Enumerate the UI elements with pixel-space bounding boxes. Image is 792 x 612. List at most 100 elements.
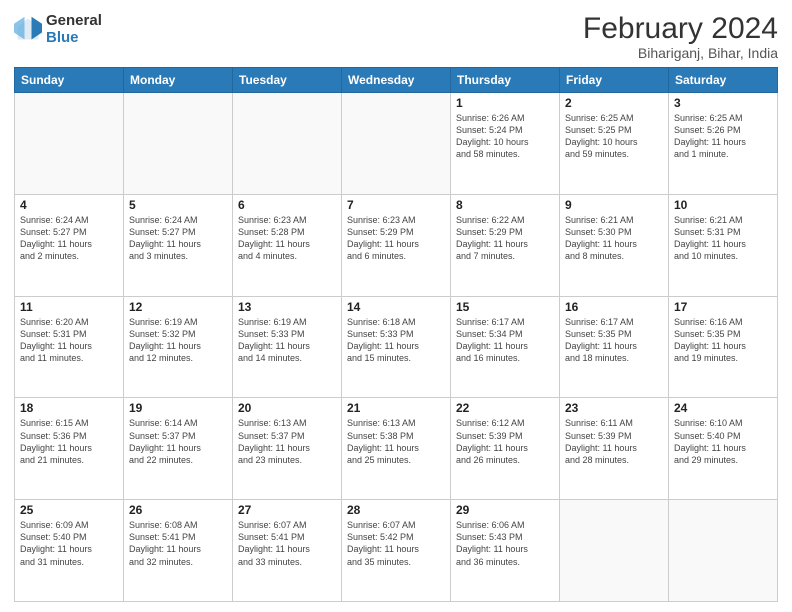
calendar-cell: 13 Sunrise: 6:19 AM Sunset: 5:33 PM Dayli… bbox=[233, 296, 342, 398]
calendar-cell: 2 Sunrise: 6:25 AM Sunset: 5:25 PM Daylig… bbox=[560, 93, 669, 195]
calendar-cell: 24Sunrise: 6:10 AM Sunset: 5:40 PM Dayli… bbox=[669, 398, 778, 500]
calendar-cell: 4Sunrise: 6:24 AM Sunset: 5:27 PM Daylig… bbox=[15, 194, 124, 296]
calendar-cell: 5 Sunrise: 6:24 AM Sunset: 5:27 PM Daylig… bbox=[124, 194, 233, 296]
day-number: 16 bbox=[565, 300, 663, 314]
day-number: 3 bbox=[674, 96, 772, 110]
calendar-subtitle: Bihariganj, Bihar, India bbox=[583, 45, 778, 61]
day-info: Sunrise: 6:25 AM Sunset: 5:25 PM Dayligh… bbox=[565, 112, 663, 161]
day-number: 24 bbox=[674, 401, 772, 415]
day-number: 22 bbox=[456, 401, 554, 415]
calendar-cell bbox=[124, 93, 233, 195]
calendar-cell: 15 Sunrise: 6:17 AM Sunset: 5:34 PM Dayli… bbox=[451, 296, 560, 398]
day-info: Sunrise: 6:19 AM Sunset: 5:32 PM Dayligh… bbox=[129, 316, 227, 365]
calendar-cell: 20 Sunrise: 6:13 AM Sunset: 5:37 PM Dayli… bbox=[233, 398, 342, 500]
calendar-cell: 21 Sunrise: 6:13 AM Sunset: 5:38 PM Dayli… bbox=[342, 398, 451, 500]
day-number: 7 bbox=[347, 198, 445, 212]
calendar-cell: 12 Sunrise: 6:19 AM Sunset: 5:32 PM Dayli… bbox=[124, 296, 233, 398]
calendar-cell bbox=[342, 93, 451, 195]
calendar-cell: 26 Sunrise: 6:08 AM Sunset: 5:41 PM Dayli… bbox=[124, 500, 233, 602]
day-info: Sunrise: 6:08 AM Sunset: 5:41 PM Dayligh… bbox=[129, 519, 227, 568]
day-number: 26 bbox=[129, 503, 227, 517]
calendar-cell bbox=[560, 500, 669, 602]
calendar-body: 1 Sunrise: 6:26 AM Sunset: 5:24 PM Daylig… bbox=[15, 93, 778, 602]
header-day-thursday: Thursday bbox=[451, 68, 560, 93]
day-number: 23 bbox=[565, 401, 663, 415]
day-info: Sunrise: 6:17 AM Sunset: 5:34 PM Dayligh… bbox=[456, 316, 554, 365]
day-info: Sunrise: 6:18 AM Sunset: 5:33 PM Dayligh… bbox=[347, 316, 445, 365]
calendar-cell: 9 Sunrise: 6:21 AM Sunset: 5:30 PM Daylig… bbox=[560, 194, 669, 296]
day-number: 28 bbox=[347, 503, 445, 517]
calendar-cell: 18 Sunrise: 6:15 AM Sunset: 5:36 PM Dayli… bbox=[15, 398, 124, 500]
week-row-3: 18 Sunrise: 6:15 AM Sunset: 5:36 PM Dayli… bbox=[15, 398, 778, 500]
day-number: 20 bbox=[238, 401, 336, 415]
day-info: Sunrise: 6:21 AM Sunset: 5:31 PM Dayligh… bbox=[674, 214, 772, 263]
day-number: 5 bbox=[129, 198, 227, 212]
logo-icon bbox=[14, 15, 42, 43]
calendar-cell bbox=[669, 500, 778, 602]
day-info: Sunrise: 6:13 AM Sunset: 5:37 PM Dayligh… bbox=[238, 417, 336, 466]
day-info: Sunrise: 6:21 AM Sunset: 5:30 PM Dayligh… bbox=[565, 214, 663, 263]
calendar-cell: 22Sunrise: 6:12 AM Sunset: 5:39 PM Dayli… bbox=[451, 398, 560, 500]
calendar-cell: 28 Sunrise: 6:07 AM Sunset: 5:42 PM Dayli… bbox=[342, 500, 451, 602]
day-number: 9 bbox=[565, 198, 663, 212]
day-number: 29 bbox=[456, 503, 554, 517]
day-info: Sunrise: 6:09 AM Sunset: 5:40 PM Dayligh… bbox=[20, 519, 118, 568]
calendar-cell: 8 Sunrise: 6:22 AM Sunset: 5:29 PM Daylig… bbox=[451, 194, 560, 296]
day-number: 12 bbox=[129, 300, 227, 314]
day-info: Sunrise: 6:20 AM Sunset: 5:31 PM Dayligh… bbox=[20, 316, 118, 365]
calendar-cell bbox=[15, 93, 124, 195]
week-row-1: 4Sunrise: 6:24 AM Sunset: 5:27 PM Daylig… bbox=[15, 194, 778, 296]
header-row: SundayMondayTuesdayWednesdayThursdayFrid… bbox=[15, 68, 778, 93]
calendar-cell: 14 Sunrise: 6:18 AM Sunset: 5:33 PM Dayli… bbox=[342, 296, 451, 398]
title-block: February 2024 Bihariganj, Bihar, India bbox=[583, 12, 778, 61]
calendar-cell: 10 Sunrise: 6:21 AM Sunset: 5:31 PM Dayli… bbox=[669, 194, 778, 296]
day-number: 2 bbox=[565, 96, 663, 110]
day-number: 15 bbox=[456, 300, 554, 314]
day-info: Sunrise: 6:25 AM Sunset: 5:26 PM Dayligh… bbox=[674, 112, 772, 161]
day-info: Sunrise: 6:13 AM Sunset: 5:38 PM Dayligh… bbox=[347, 417, 445, 466]
day-number: 14 bbox=[347, 300, 445, 314]
calendar-header: SundayMondayTuesdayWednesdayThursdayFrid… bbox=[15, 68, 778, 93]
day-info: Sunrise: 6:26 AM Sunset: 5:24 PM Dayligh… bbox=[456, 112, 554, 161]
day-number: 13 bbox=[238, 300, 336, 314]
day-info: Sunrise: 6:06 AM Sunset: 5:43 PM Dayligh… bbox=[456, 519, 554, 568]
day-number: 6 bbox=[238, 198, 336, 212]
calendar-cell: 25 Sunrise: 6:09 AM Sunset: 5:40 PM Dayli… bbox=[15, 500, 124, 602]
header: General Blue February 2024 Bihariganj, B… bbox=[14, 12, 778, 61]
calendar-cell: 3 Sunrise: 6:25 AM Sunset: 5:26 PM Daylig… bbox=[669, 93, 778, 195]
calendar-cell: 7Sunrise: 6:23 AM Sunset: 5:29 PM Daylig… bbox=[342, 194, 451, 296]
day-number: 10 bbox=[674, 198, 772, 212]
day-number: 1 bbox=[456, 96, 554, 110]
day-info: Sunrise: 6:11 AM Sunset: 5:39 PM Dayligh… bbox=[565, 417, 663, 466]
calendar-table: SundayMondayTuesdayWednesdayThursdayFrid… bbox=[14, 67, 778, 602]
header-day-saturday: Saturday bbox=[669, 68, 778, 93]
calendar-cell: 23 Sunrise: 6:11 AM Sunset: 5:39 PM Dayli… bbox=[560, 398, 669, 500]
day-info: Sunrise: 6:14 AM Sunset: 5:37 PM Dayligh… bbox=[129, 417, 227, 466]
day-info: Sunrise: 6:22 AM Sunset: 5:29 PM Dayligh… bbox=[456, 214, 554, 263]
day-number: 11 bbox=[20, 300, 118, 314]
day-number: 18 bbox=[20, 401, 118, 415]
week-row-2: 11 Sunrise: 6:20 AM Sunset: 5:31 PM Dayli… bbox=[15, 296, 778, 398]
header-day-tuesday: Tuesday bbox=[233, 68, 342, 93]
day-number: 21 bbox=[347, 401, 445, 415]
day-info: Sunrise: 6:07 AM Sunset: 5:42 PM Dayligh… bbox=[347, 519, 445, 568]
day-number: 27 bbox=[238, 503, 336, 517]
day-info: Sunrise: 6:24 AM Sunset: 5:27 PM Dayligh… bbox=[129, 214, 227, 263]
day-number: 25 bbox=[20, 503, 118, 517]
header-day-monday: Monday bbox=[124, 68, 233, 93]
calendar-cell: 11 Sunrise: 6:20 AM Sunset: 5:31 PM Dayli… bbox=[15, 296, 124, 398]
day-info: Sunrise: 6:07 AM Sunset: 5:41 PM Dayligh… bbox=[238, 519, 336, 568]
day-info: Sunrise: 6:23 AM Sunset: 5:28 PM Dayligh… bbox=[238, 214, 336, 263]
calendar-cell: 17Sunrise: 6:16 AM Sunset: 5:35 PM Dayli… bbox=[669, 296, 778, 398]
header-day-friday: Friday bbox=[560, 68, 669, 93]
day-info: Sunrise: 6:17 AM Sunset: 5:35 PM Dayligh… bbox=[565, 316, 663, 365]
day-info: Sunrise: 6:19 AM Sunset: 5:33 PM Dayligh… bbox=[238, 316, 336, 365]
day-info: Sunrise: 6:15 AM Sunset: 5:36 PM Dayligh… bbox=[20, 417, 118, 466]
calendar-cell: 19Sunrise: 6:14 AM Sunset: 5:37 PM Dayli… bbox=[124, 398, 233, 500]
calendar-cell: 27 Sunrise: 6:07 AM Sunset: 5:41 PM Dayli… bbox=[233, 500, 342, 602]
header-day-wednesday: Wednesday bbox=[342, 68, 451, 93]
week-row-0: 1 Sunrise: 6:26 AM Sunset: 5:24 PM Daylig… bbox=[15, 93, 778, 195]
day-number: 8 bbox=[456, 198, 554, 212]
calendar-title: February 2024 bbox=[583, 12, 778, 45]
week-row-4: 25 Sunrise: 6:09 AM Sunset: 5:40 PM Dayli… bbox=[15, 500, 778, 602]
